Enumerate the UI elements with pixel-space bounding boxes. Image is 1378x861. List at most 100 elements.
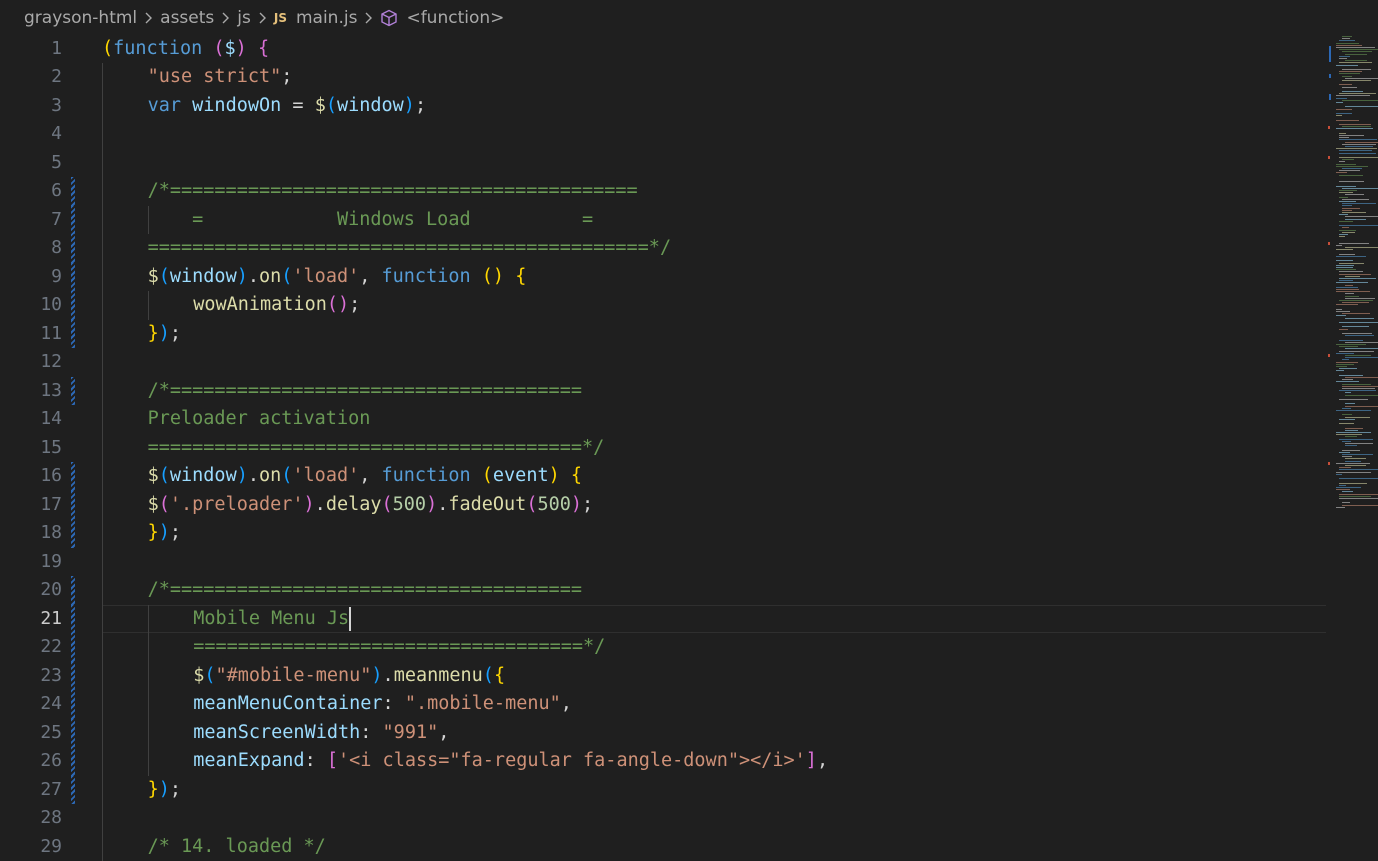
code-line[interactable]: 2 "use strict";	[0, 63, 1328, 92]
line-number[interactable]: 19	[0, 548, 62, 577]
line-number[interactable]: 13	[0, 377, 62, 406]
breadcrumb-item-file[interactable]: main.js	[296, 8, 357, 28]
modified-line-indicator[interactable]	[71, 519, 75, 548]
code-line[interactable]: 17 $('.preloader').delay(500).fadeOut(500…	[0, 490, 1328, 520]
modified-line-indicator[interactable]	[71, 234, 75, 263]
line-number[interactable]: 28	[0, 804, 62, 833]
line-number[interactable]: 10	[0, 291, 62, 320]
code-line[interactable]: 25 meanScreenWidth: "991",	[0, 718, 1328, 748]
line-number[interactable]: 15	[0, 434, 62, 463]
line-number[interactable]: 6	[0, 177, 62, 206]
line-number[interactable]: 24	[0, 690, 62, 719]
modified-line-indicator[interactable]	[71, 633, 75, 662]
line-number[interactable]: 20	[0, 576, 62, 605]
code-editor[interactable]: 1 (function ($) {2 "use strict"; 3 var windo…	[0, 34, 1328, 861]
code-line[interactable]: 4	[0, 120, 1328, 149]
minimap-line	[1336, 344, 1366, 345]
code-line[interactable]: 12	[0, 348, 1328, 377]
code-line[interactable]: 7 = Windows Load =	[0, 205, 1328, 235]
line-number[interactable]: 26	[0, 747, 62, 776]
modified-line-indicator[interactable]	[71, 690, 75, 719]
breadcrumb-item-folder-assets[interactable]: assets	[160, 8, 214, 28]
line-number[interactable]: 4	[0, 120, 62, 149]
line-number[interactable]: 29	[0, 833, 62, 861]
indent-guide	[147, 604, 149, 776]
breadcrumb-item-folder-js[interactable]: js	[237, 8, 251, 28]
line-number[interactable]: 3	[0, 92, 62, 121]
line-number[interactable]: 25	[0, 719, 62, 748]
line-number[interactable]: 27	[0, 776, 62, 805]
line-number[interactable]: 18	[0, 519, 62, 548]
code-line[interactable]: 14 Preloader activation	[0, 405, 1328, 434]
minimap-error-marker	[1328, 126, 1330, 129]
code-token: ".mobile-menu"	[404, 693, 561, 714]
modified-line-indicator[interactable]	[71, 205, 75, 234]
code-token: {	[515, 265, 527, 287]
modified-line-indicator[interactable]	[71, 376, 75, 405]
minimap-line	[1339, 124, 1371, 125]
breadcrumb-item-folder-root[interactable]: grayson-html	[24, 8, 137, 28]
line-number[interactable]: 2	[0, 63, 62, 92]
code-line[interactable]: 28	[0, 804, 1328, 833]
modified-line-indicator[interactable]	[71, 177, 75, 206]
minimap-line	[1336, 289, 1359, 290]
code-line[interactable]: 15 ======================================…	[0, 434, 1328, 463]
line-number[interactable]: 1	[0, 35, 62, 64]
line-number[interactable]: 17	[0, 491, 62, 520]
minimap-error-marker	[1328, 462, 1330, 465]
minimap-line	[1339, 253, 1355, 255]
modified-line-indicator[interactable]	[71, 747, 75, 776]
modified-line-indicator[interactable]	[71, 718, 75, 747]
minimap[interactable]	[1328, 34, 1378, 861]
line-number[interactable]: 11	[0, 320, 62, 349]
code-line[interactable]: 8 =======================================…	[0, 234, 1328, 263]
code-line[interactable]: 6 /*=====================================…	[0, 177, 1328, 206]
modified-line-indicator[interactable]	[71, 661, 75, 690]
modified-line-indicator[interactable]	[71, 462, 75, 491]
code-line[interactable]: 9 $(window).on('load', function () {	[0, 262, 1328, 292]
code-line[interactable]: 3 var windowOn = $(window);	[0, 92, 1328, 121]
minimap-line	[1342, 313, 1370, 315]
modified-line-indicator[interactable]	[71, 319, 75, 348]
code-line[interactable]: 19	[0, 548, 1328, 577]
line-number[interactable]: 8	[0, 234, 62, 263]
minimap-line	[1342, 51, 1372, 53]
code-line[interactable]: 23 $("#mobile-menu").meanmenu({	[0, 661, 1328, 691]
breadcrumb-item-symbol[interactable]: <function>	[406, 8, 504, 28]
code-line[interactable]: 21 Mobile Menu Js	[0, 604, 1328, 634]
line-number[interactable]: 5	[0, 149, 62, 178]
line-number[interactable]: 16	[0, 462, 62, 491]
line-number[interactable]: 9	[0, 263, 62, 292]
minimap-error-marker	[1328, 242, 1330, 245]
code-line[interactable]: 11});	[0, 319, 1328, 349]
modified-line-indicator[interactable]	[71, 775, 75, 804]
code-line[interactable]: 5	[0, 149, 1328, 178]
minimap-change-marker	[1329, 74, 1331, 78]
modified-line-indicator[interactable]	[71, 291, 75, 320]
code-line[interactable]: 1 (function ($) {	[0, 35, 1328, 64]
minimap-line	[1345, 458, 1366, 460]
code-line[interactable]: 24 meanMenuContainer: ".mobile-menu",	[0, 690, 1328, 719]
line-number[interactable]: 23	[0, 662, 62, 691]
code-line[interactable]: 16 $(window).on('load', function (event) …	[0, 462, 1328, 491]
line-number[interactable]: 12	[0, 348, 62, 377]
code-line[interactable]: 27});	[0, 775, 1328, 805]
code-line[interactable]: 10 wowAnimation();	[0, 291, 1328, 320]
line-number[interactable]: 14	[0, 405, 62, 434]
modified-line-indicator[interactable]	[71, 490, 75, 519]
modified-line-indicator[interactable]	[71, 604, 75, 633]
code-line[interactable]: 26 meanExpand: ['<i class="fa-regular fa-…	[0, 747, 1328, 776]
code-line[interactable]: 13 /*====================================…	[0, 376, 1328, 406]
code-line[interactable]: 18});	[0, 519, 1328, 548]
code-line[interactable]: 22 ===================================*/	[0, 633, 1328, 662]
line-number[interactable]: 21	[0, 605, 62, 634]
code-text: = Windows Load =	[148, 206, 593, 235]
code-line[interactable]: 29 /* 14. loaded */	[0, 833, 1328, 861]
modified-line-indicator[interactable]	[71, 262, 75, 291]
line-number[interactable]: 7	[0, 206, 62, 235]
code-token: )	[235, 37, 247, 59]
minimap-line	[1339, 73, 1360, 75]
modified-line-indicator[interactable]	[71, 576, 75, 605]
line-number[interactable]: 22	[0, 633, 62, 662]
code-line[interactable]: 20 /*====================================…	[0, 576, 1328, 605]
